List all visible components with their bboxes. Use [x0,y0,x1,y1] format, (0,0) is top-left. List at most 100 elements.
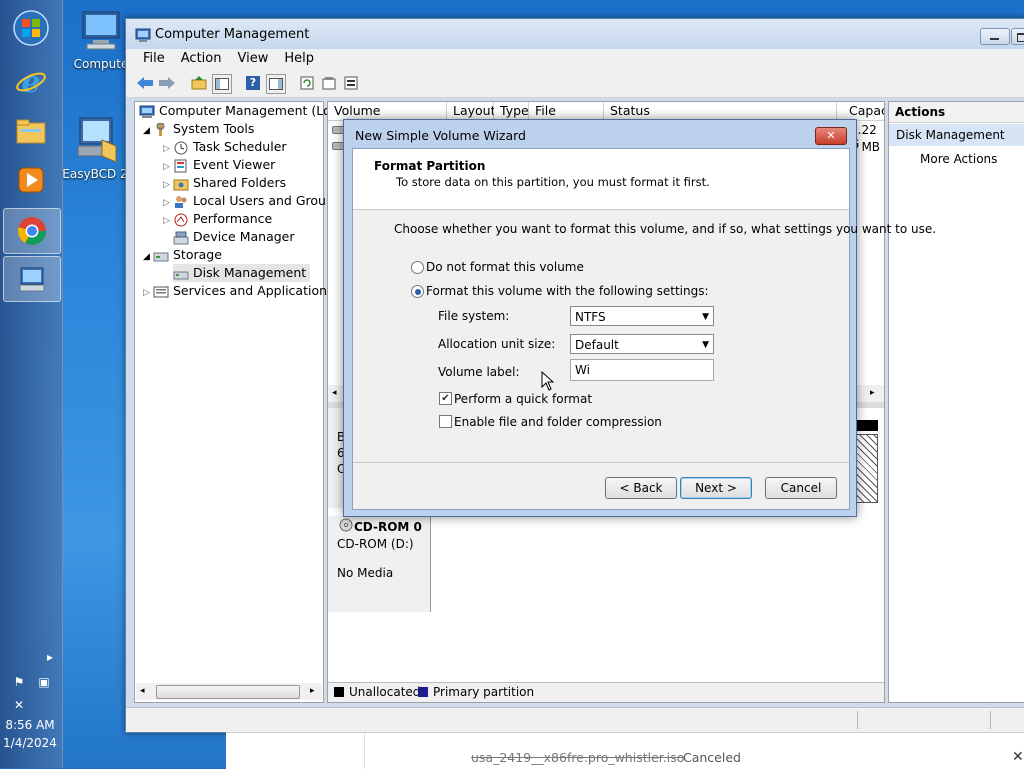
window-titlebar[interactable]: Computer Management [126,19,1024,49]
tree-item-root[interactable]: Computer Management (Local [139,102,349,120]
back-toolbar-button[interactable] [136,74,154,92]
quick-format-label[interactable]: Perform a quick format [454,392,592,406]
legend-swatch-primary [418,687,428,697]
legend-primary: Primary partition [433,685,535,699]
taskbar-explorer[interactable] [3,110,59,154]
wizard-close-button[interactable]: ✕ [815,127,847,145]
tree-item-task-scheduler-label: Task Scheduler [193,139,287,154]
menu-view[interactable]: View [229,49,276,69]
network-icon[interactable]: ▣ [36,675,52,689]
radio-format-label[interactable]: Format this volume with the following se… [426,284,709,298]
forward-toolbar-button[interactable] [158,74,176,92]
compression-label[interactable]: Enable file and folder compression [454,415,662,429]
disk-toolbar-button[interactable] [342,74,360,92]
tree-item-storage[interactable]: ◢ Storage [143,246,222,264]
volume-label-value: Wi [575,363,590,377]
download-bar: usa_2419__x86fre.pro_whistler.iso Cancel… [226,732,1024,769]
download-filename[interactable]: usa_2419__x86fre.pro_whistler.iso [471,750,684,765]
desktop-icon-easybcd-label: EasyBCD 2 [62,167,128,181]
help-toolbar-button[interactable]: ? [244,74,262,92]
legend-unallocated: Unallocated [349,685,421,699]
action-center-icon[interactable]: ⚑ [11,675,27,689]
disk0-partition[interactable] [856,434,878,503]
back-button[interactable]: < Back [605,477,677,499]
column-header-capacity[interactable]: Capaci [843,102,884,120]
tree-item-task-scheduler[interactable]: ▷ Task Scheduler [163,138,287,156]
scroll-right-icon[interactable]: ▸ [310,686,315,696]
allocation-unit-select[interactable]: Default ▼ [570,334,714,354]
maximize-button[interactable] [1011,28,1024,45]
column-header-type[interactable]: Type [494,102,529,120]
start-button[interactable] [3,6,59,50]
windows-orb-icon [13,10,49,46]
status-divider [857,711,858,729]
column-header-layout[interactable]: Layout [447,102,496,120]
download-status: Canceled [683,750,741,765]
scroll-left-icon[interactable]: ◂ [332,388,337,398]
cancel-button[interactable]: Cancel [765,477,837,499]
services-icon [153,286,169,297]
volume-label-input[interactable]: Wi [570,359,714,381]
tree-scroll-thumb[interactable] [156,685,300,699]
scroll-right-icon[interactable]: ▸ [870,388,875,398]
taskbar-computer-management[interactable] [3,256,61,302]
show-action-pane-button[interactable] [266,74,286,94]
volume-muted-icon[interactable]: ✕ [11,698,27,712]
tree-item-local-users[interactable]: ▷ Local Users and Groups [163,192,340,210]
properties-toolbar-button[interactable] [320,74,338,92]
action-pane-icon [269,78,283,90]
scroll-left-icon[interactable]: ◂ [140,686,145,696]
tree-item-device-manager[interactable]: Device Manager [173,228,295,246]
menu-file[interactable]: File [135,49,173,69]
tree-item-services[interactable]: ▷ Services and Applications [143,282,334,300]
tree-item-performance[interactable]: ▷ Performance [163,210,272,228]
column-header-volume[interactable]: Volume [328,102,447,120]
actions-section-label: Disk Management [896,128,1005,142]
wizard-body: Format Partition To store data on this p… [352,148,936,510]
tree-item-disk-management[interactable]: Disk Management [173,264,311,282]
show-hide-tree-button[interactable] [212,74,232,94]
tree-item-shared-folders[interactable]: ▷ Shared Folders [163,174,286,192]
column-header-status[interactable]: Status [604,102,837,120]
menu-action[interactable]: Action [173,49,230,69]
up-folder-button[interactable] [190,74,208,92]
system-tools-icon [156,122,165,136]
column-header-file-system[interactable]: File System [529,102,604,136]
radio-do-not-format-label[interactable]: Do not format this volume [426,260,584,274]
file-system-select[interactable]: NTFS ▼ [570,306,714,326]
radio-do-not-format[interactable] [411,261,424,274]
actions-pane: Actions Disk Management More Actions [888,101,1024,703]
actions-section-disk-management[interactable]: Disk Management [889,124,1024,146]
cdrom-media: No Media [337,566,394,580]
tree-horizontal-scrollbar[interactable]: ◂ ▸ [136,683,322,700]
taskbar-chrome[interactable] [3,208,61,254]
tree-item-event-viewer[interactable]: ▷ Event Viewer [163,156,275,174]
file-system-value: NTFS [575,310,606,324]
event-viewer-icon [174,159,187,172]
tree-item-system-tools[interactable]: ◢ System Tools [143,120,254,138]
back-arrow-icon [137,77,153,89]
wizard-header: Format Partition To store data on this p… [353,149,849,210]
clock-time[interactable]: 8:56 AM [0,718,60,732]
menu-help[interactable]: Help [276,49,322,69]
refresh-toolbar-button[interactable] [298,74,316,92]
next-button[interactable]: Next > [680,477,752,499]
radio-format[interactable] [411,285,424,298]
chevron-down-icon: ▼ [702,312,709,322]
clock-date[interactable]: 1/4/2024 [0,736,60,750]
download-close-icon[interactable]: ✕ [1012,749,1024,765]
window-title: Computer Management [155,27,310,42]
taskbar-media-player[interactable] [3,158,59,202]
disk-management-icon [173,271,189,279]
quick-format-checkbox[interactable]: ✔ [439,392,452,405]
desktop-icon-easybcd[interactable]: EasyBCD 2 [60,116,130,181]
cdrom-info[interactable]: CD-ROM 0 CD-ROM (D:) No Media [328,516,430,612]
minimize-button[interactable] [980,28,1010,45]
taskbar-internet-explorer[interactable]: e [3,60,59,104]
actions-title: Actions [895,105,946,119]
computer-management-title-icon [135,28,151,42]
volume-label-label: Volume label: [438,365,520,379]
show-hidden-icons-icon[interactable]: ▸ [42,650,58,664]
compression-checkbox[interactable] [439,415,452,428]
more-actions-link[interactable]: More Actions [920,152,997,166]
